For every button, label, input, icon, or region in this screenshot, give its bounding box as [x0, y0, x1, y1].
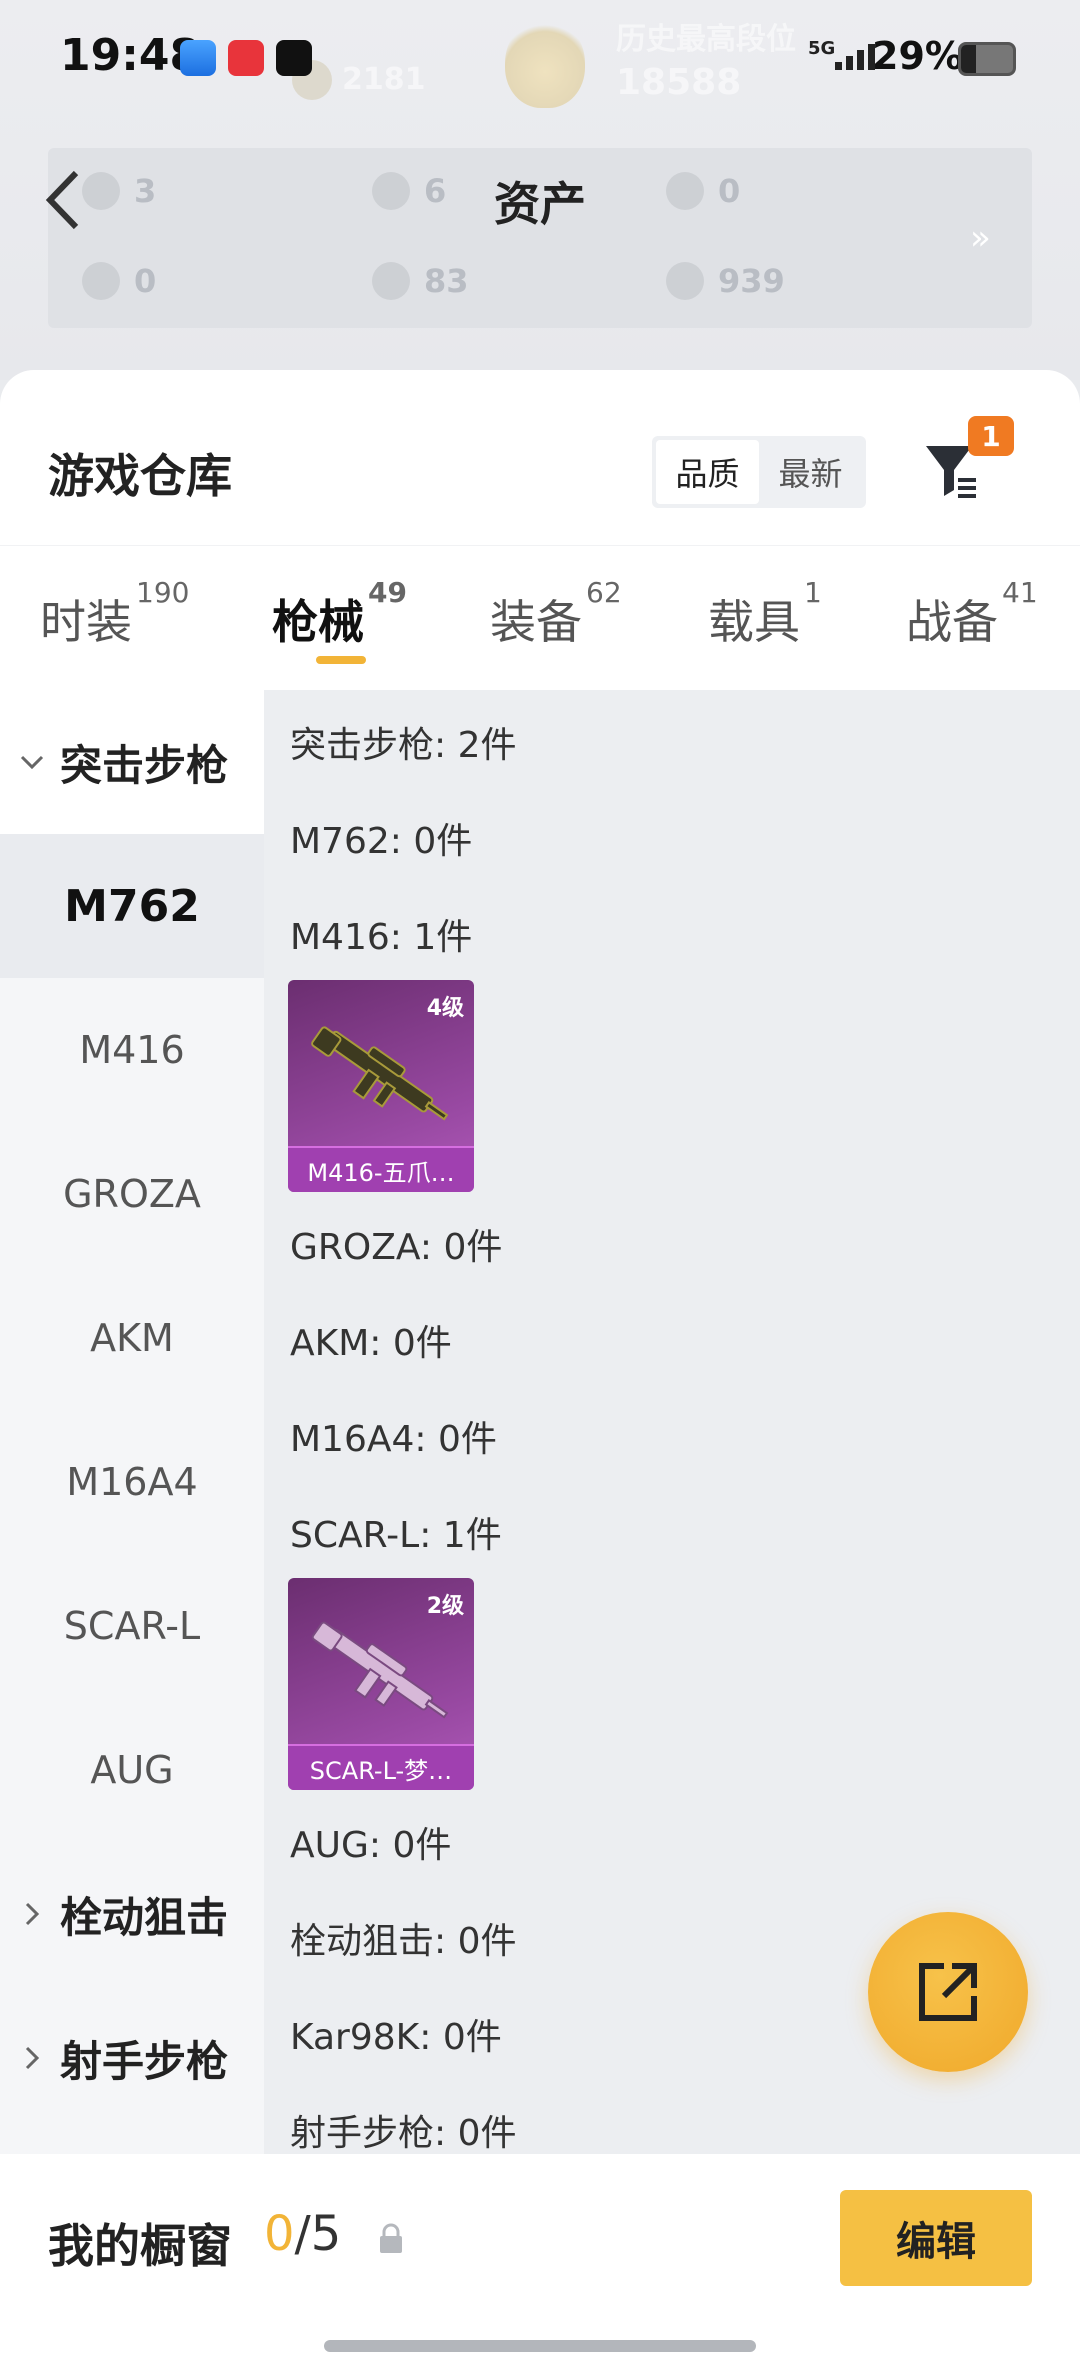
- home-indicator[interactable]: [324, 2340, 756, 2352]
- asset-item: 83: [372, 262, 469, 300]
- weapon-count-line: M416: 1件: [290, 917, 473, 958]
- chevron-right-icon: [25, 1902, 40, 1926]
- tab-vehicles[interactable]: 载具1: [708, 576, 822, 652]
- weapon-count-line: Kar98K: 0件: [290, 2017, 502, 2058]
- tab-supplies[interactable]: 战备41: [906, 576, 1038, 652]
- section-count-line: 栓动狙击: 0件: [290, 1921, 517, 1962]
- asset-item: 0: [666, 172, 740, 210]
- weapon-count-line: SCAR-L: 1件: [290, 1515, 502, 1556]
- asset-item: 6: [372, 172, 446, 210]
- category-item-aug[interactable]: AUG: [0, 1698, 264, 1842]
- sort-toggle[interactable]: 品质 最新: [652, 436, 866, 508]
- notification-icons: [180, 40, 312, 76]
- rifle-icon: [311, 1621, 449, 1719]
- weapon-skin-card[interactable]: 2级 SCAR-L-梦…: [288, 1578, 474, 1790]
- card-icon: [82, 262, 120, 300]
- chevron-down-icon: [20, 755, 44, 770]
- chevron-right-icon[interactable]: »: [970, 218, 991, 258]
- showcase-label: 我的橱窗: [48, 2219, 232, 2273]
- warehouse-title: 游戏仓库: [48, 449, 232, 503]
- sort-newest-option[interactable]: 最新: [759, 440, 862, 504]
- tab-firearms[interactable]: 枪械49: [272, 576, 407, 652]
- weapon-count-line: M762: 0件: [290, 821, 473, 862]
- weapon-count-line: AUG: 0件: [290, 1825, 452, 1866]
- sort-quality-option[interactable]: 品质: [656, 440, 759, 504]
- ticket-icon: [82, 172, 120, 210]
- network-type: 5G: [808, 38, 836, 59]
- tab-equipment[interactable]: 装备62: [490, 576, 622, 652]
- section-count-line: 突击步枪: 2件: [290, 725, 517, 766]
- asset-item: 3: [82, 172, 156, 210]
- category-item-scar-l[interactable]: SCAR-L: [0, 1554, 264, 1698]
- asset-item: 0: [82, 262, 156, 300]
- battery-percent: 29%: [872, 34, 963, 78]
- category-item-groza[interactable]: GROZA: [0, 1122, 264, 1266]
- category-item-m762[interactable]: M762: [0, 834, 264, 978]
- gold-token-icon: [666, 172, 704, 210]
- card-name: M416-五爪…: [288, 1146, 474, 1192]
- rifle-icon: [311, 1026, 449, 1121]
- video-app-icon: [276, 40, 312, 76]
- bronze-coin-icon: [666, 262, 704, 300]
- asset-item: 939: [666, 262, 785, 300]
- category-group-bolt-sniper[interactable]: 栓动狙击: [0, 1842, 264, 1986]
- message-app-icon: [180, 40, 216, 76]
- category-item-m16a4[interactable]: M16A4: [0, 1410, 264, 1554]
- weapon-skin-card[interactable]: 4级 M416-五爪…: [288, 980, 474, 1192]
- shopping-app-icon: [228, 40, 264, 76]
- category-tabs: 时装190 枪械49 装备62 载具1 战备41: [0, 545, 1080, 696]
- showcase-count: 0/5: [264, 2206, 342, 2262]
- card-name: SCAR-L-梦…: [288, 1744, 474, 1790]
- category-item-akm[interactable]: AKM: [0, 1266, 264, 1410]
- section-count-line: 射手步枪: 0件: [290, 2113, 517, 2154]
- weapon-count-line: GROZA: 0件: [290, 1227, 503, 1268]
- signal-icon: [835, 44, 875, 70]
- filter-count-badge: 1: [968, 416, 1014, 456]
- coin-icon: [372, 172, 410, 210]
- assets-title: 资产: [494, 177, 586, 231]
- lock-icon: [380, 2223, 402, 2253]
- tab-fashion[interactable]: 时装190: [40, 576, 189, 652]
- chevron-right-icon: [25, 2046, 40, 2070]
- silver-coin-icon: [372, 262, 410, 300]
- edit-button[interactable]: 编辑: [840, 2190, 1032, 2286]
- category-group-assault-rifle[interactable]: 突击步枪: [0, 690, 264, 834]
- battery-icon: [958, 42, 1016, 76]
- share-button[interactable]: [868, 1912, 1028, 2072]
- category-item-m416[interactable]: M416: [0, 978, 264, 1122]
- category-group-marksman-rifle[interactable]: 射手步枪: [0, 1986, 264, 2130]
- weapon-count-line: M16A4: 0件: [290, 1419, 497, 1460]
- weapon-count-line: AKM: 0件: [290, 1323, 452, 1364]
- status-bar: 19:48 5G 29%: [0, 0, 1080, 120]
- weapon-category-list: 突击步枪 M762 M416 GROZA AKM M16A4 SCAR-L AU…: [0, 690, 264, 2154]
- active-tab-indicator: [316, 656, 366, 664]
- share-external-icon: [919, 1963, 977, 2021]
